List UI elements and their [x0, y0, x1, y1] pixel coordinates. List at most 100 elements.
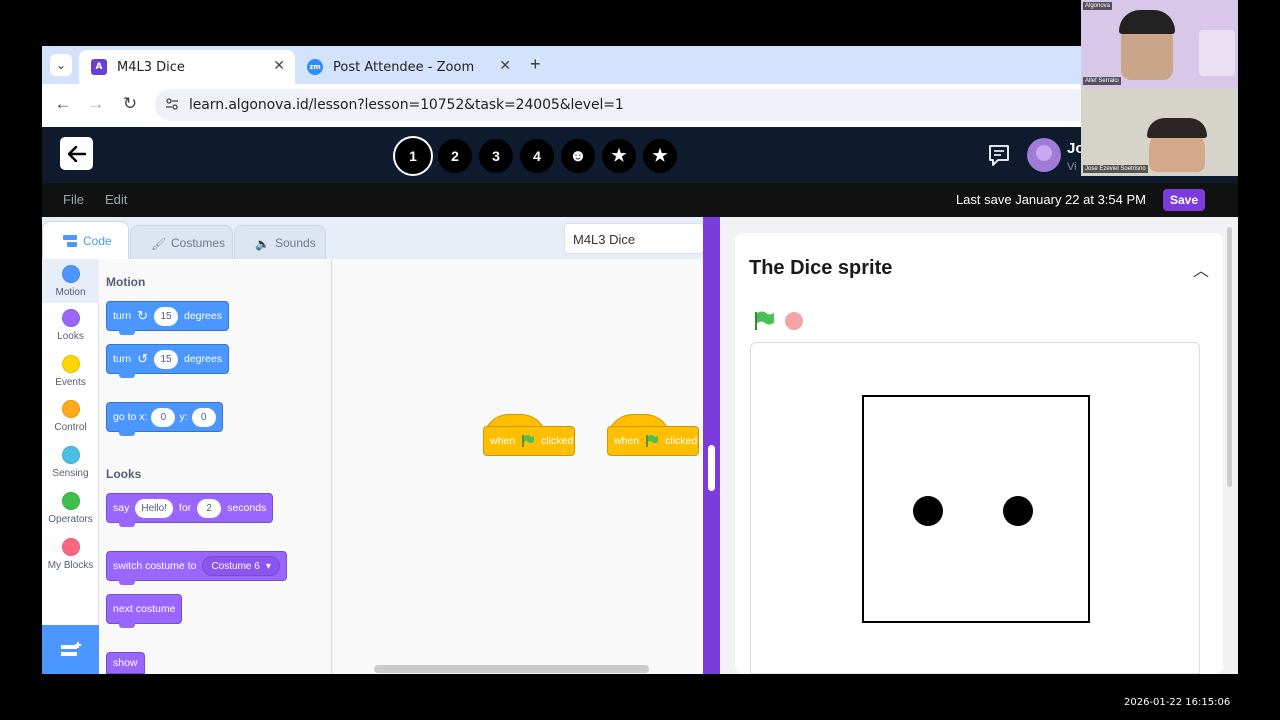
- chevron-up-icon[interactable]: ︿: [1193, 257, 1209, 281]
- events-dot: [61, 355, 80, 373]
- new-tab-button[interactable]: +: [530, 54, 541, 75]
- block-palette: Motion turn ↻ 15 degrees turn ↺ 15 degre…: [99, 259, 332, 674]
- category-menu: Motion Looks Events Control Sensing Oper…: [42, 259, 99, 674]
- my-blocks-dot: [61, 538, 80, 556]
- file-menu[interactable]: File: [63, 192, 84, 207]
- step-4[interactable]: 4: [520, 139, 554, 173]
- category-sensing[interactable]: Sensing: [42, 446, 99, 479]
- close-tab-icon[interactable]: ✕: [273, 58, 285, 74]
- x-input[interactable]: 0: [151, 407, 176, 427]
- tab-costumes[interactable]: 🖌 Costumes: [130, 225, 233, 259]
- green-flag-icon[interactable]: [753, 310, 775, 332]
- operators-dot: [61, 492, 80, 510]
- step-2[interactable]: 2: [438, 139, 472, 173]
- browser-tab-zoom[interactable]: zm Post Attendee - Zoom ✕: [295, 50, 521, 84]
- looks-dot: [61, 309, 80, 327]
- turn-right-block[interactable]: turn ↻ 15 degrees: [106, 301, 229, 335]
- recording-timestamp: 2026-01-22 16:15:06: [1124, 697, 1231, 708]
- back-arrow-icon: [67, 145, 86, 162]
- when-flag-clicked-block[interactable]: when clicked: [483, 414, 575, 460]
- tab-sounds[interactable]: 🔈 Sounds: [234, 225, 326, 259]
- panel-divider[interactable]: [703, 217, 720, 674]
- task-card: The Dice sprite ︿: [735, 233, 1223, 674]
- stage-canvas[interactable]: [750, 342, 1200, 674]
- looks-heading: Looks: [106, 467, 142, 481]
- costume-dropdown[interactable]: Costume 6 ▾: [202, 556, 280, 576]
- category-motion[interactable]: Motion: [42, 259, 99, 303]
- add-extension-button[interactable]: [42, 625, 99, 674]
- panel-scrollbar[interactable]: [1227, 227, 1232, 487]
- rotate-right-icon: ↻: [137, 308, 148, 323]
- step-star-1[interactable]: ★: [602, 139, 636, 173]
- site-settings-icon[interactable]: [165, 97, 179, 111]
- forward-arrow-icon[interactable]: →: [85, 94, 107, 114]
- url-text: learn.algonova.id/lesson?lesson=10752&ta…: [189, 97, 624, 113]
- star-icon: ★: [611, 146, 627, 165]
- meeting-logo: Algonova: [1083, 2, 1113, 10]
- project-name-input[interactable]: M4L3 Dice: [564, 223, 704, 254]
- dice-pip: [1003, 496, 1033, 526]
- browser-window: ⌄ A M4L3 Dice ✕ zm Post Attendee - Zoom …: [42, 46, 1238, 674]
- when-flag-clicked-block[interactable]: when clicked: [607, 414, 699, 460]
- code-editor: Code 🖌 Costumes 🔈 Sounds M4L3 Dice Motio…: [42, 217, 704, 674]
- step-3[interactable]: 3: [479, 139, 513, 173]
- last-save-status: Last save January 22 at 3:54 PM: [955, 192, 1146, 207]
- reload-icon[interactable]: ↻: [119, 94, 141, 114]
- address-bar: ← → ↻ learn.algonova.id/lesson?lesson=10…: [42, 84, 1238, 127]
- green-flag-icon: [522, 435, 535, 447]
- next-costume-block[interactable]: next costume: [106, 594, 183, 628]
- workspace-scrollbar[interactable]: [374, 665, 649, 673]
- close-tab-icon[interactable]: ✕: [499, 58, 511, 74]
- zoom-icon: zm: [307, 59, 323, 75]
- category-my-blocks[interactable]: My Blocks: [42, 538, 99, 571]
- seconds-input[interactable]: 2: [197, 498, 222, 518]
- stop-icon[interactable]: [785, 312, 803, 330]
- browser-tab-m4l3-dice[interactable]: A M4L3 Dice ✕: [79, 50, 295, 84]
- green-flag-icon: [646, 435, 659, 447]
- step-1[interactable]: 1: [393, 136, 433, 176]
- dropdown-arrow-icon: ▾: [265, 560, 271, 572]
- say-for-seconds-block[interactable]: say Hello! for 2 seconds: [106, 493, 274, 527]
- back-button[interactable]: [60, 137, 93, 170]
- star-icon: ★: [652, 146, 668, 165]
- script-workspace[interactable]: when clicked when clicked: [333, 259, 703, 674]
- chat-icon[interactable]: [986, 142, 1012, 168]
- url-input[interactable]: learn.algonova.id/lesson?lesson=10752&ta…: [155, 89, 1215, 121]
- tab-search-button[interactable]: ⌄: [50, 54, 72, 76]
- tab-title: M4L3 Dice: [117, 59, 185, 75]
- code-icon: [63, 234, 77, 247]
- back-arrow-icon[interactable]: ←: [52, 94, 74, 114]
- y-input[interactable]: 0: [191, 407, 216, 427]
- dice-pip: [913, 496, 943, 526]
- category-control[interactable]: Control: [42, 400, 99, 433]
- control-dot: [61, 400, 80, 418]
- task-title: The Dice sprite: [749, 257, 893, 279]
- rotate-left-icon: ↺: [137, 351, 148, 366]
- degrees-input[interactable]: 15: [154, 349, 178, 369]
- username-subtitle: Vi: [1067, 161, 1077, 173]
- category-looks[interactable]: Looks: [42, 309, 99, 342]
- show-block[interactable]: show: [106, 652, 145, 674]
- tab-code[interactable]: Code: [42, 221, 129, 259]
- step-star-2[interactable]: ★: [643, 139, 677, 173]
- motion-dot: [61, 265, 80, 283]
- edit-menu[interactable]: Edit: [105, 192, 127, 207]
- go-to-xy-block[interactable]: go to x: 0 y: 0: [106, 402, 223, 436]
- participant-name: Allef Serralci: [1083, 77, 1121, 85]
- resize-handle[interactable]: [708, 445, 715, 491]
- turn-left-block[interactable]: turn ↺ 15 degrees: [106, 344, 229, 378]
- say-text-input[interactable]: Hello!: [135, 498, 173, 518]
- category-events[interactable]: Events: [42, 355, 99, 388]
- degrees-input[interactable]: 15: [154, 306, 178, 326]
- menu-bar: File Edit Last save January 22 at 3:54 P…: [42, 183, 1238, 217]
- avatar[interactable]: [1027, 138, 1061, 172]
- speaker-icon: 🔈: [255, 236, 270, 251]
- step-smile[interactable]: ☻: [561, 139, 595, 173]
- dice-sprite: [862, 395, 1090, 623]
- tab-strip: ⌄ A M4L3 Dice ✕ zm Post Attendee - Zoom …: [42, 46, 1238, 84]
- participant-name: Jose Ezeviel Soetrisno: [1083, 165, 1148, 173]
- category-operators[interactable]: Operators: [42, 492, 99, 525]
- video-tile-host: Algonova Allef Serralci: [1081, 0, 1238, 88]
- switch-costume-block[interactable]: switch costume to Costume 6 ▾: [106, 551, 287, 585]
- save-button[interactable]: Save: [1163, 189, 1205, 211]
